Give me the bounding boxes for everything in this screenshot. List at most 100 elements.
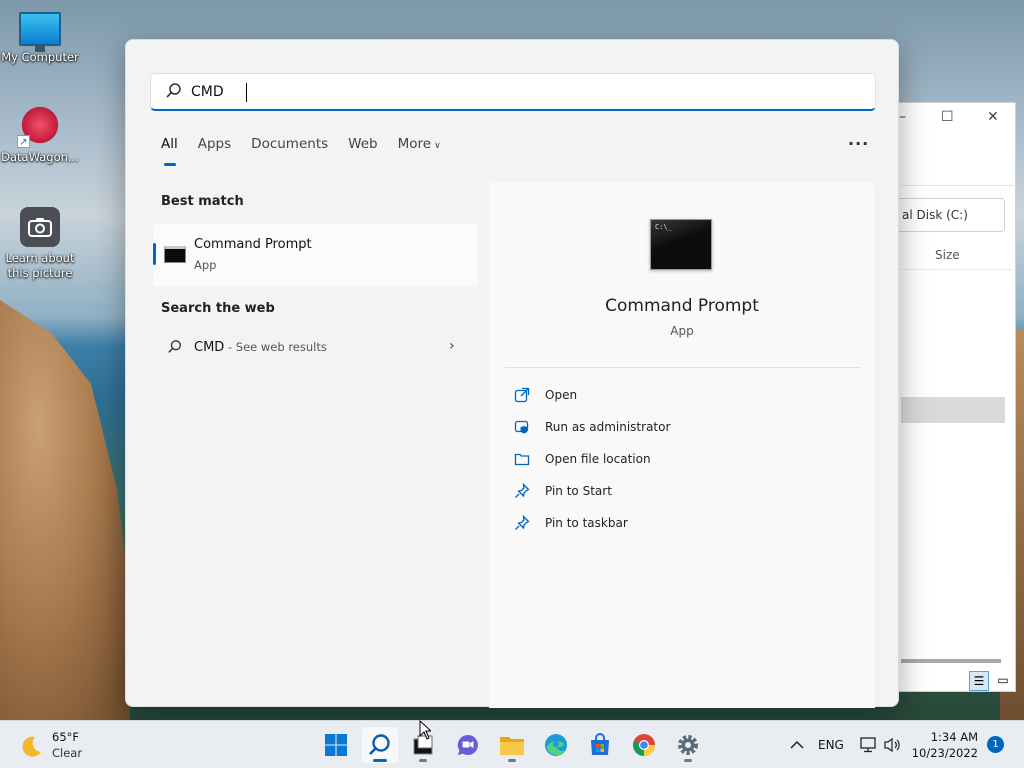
action-label: Pin to Start — [545, 484, 612, 498]
datawagon-icon: ↗ — [17, 104, 61, 148]
admin-icon — [514, 420, 529, 434]
web-result-text: CMD - See web results — [194, 340, 327, 355]
action-label: Open file location — [545, 452, 651, 466]
wallpaper-rock-left — [0, 300, 130, 720]
taskbar-chat-button[interactable] — [450, 727, 486, 763]
desktop-icon-datawagon[interactable]: ↗ DataWagon... — [0, 104, 80, 165]
weather-condition: Clear — [52, 746, 83, 760]
search-tabs: All Apps Documents Web More ∨ — [161, 136, 461, 166]
desktop-icon-label: DataWagon... — [1, 150, 79, 164]
shortcut-arrow-icon: ↗ — [17, 135, 30, 148]
best-match-type: App — [194, 258, 217, 272]
best-match-name: Command Prompt — [194, 237, 312, 252]
file-explorer-window[interactable]: – ☐ ✕ al Disk (C:) Size ☰ ▭ — [880, 102, 1016, 692]
language-label: ENG — [818, 738, 844, 752]
taskbar: 65°F Clear ENG 1:34 AM 10/23/2022 1 — [0, 720, 1024, 768]
close-icon[interactable]: ✕ — [987, 109, 999, 125]
running-indicator — [684, 759, 692, 762]
tab-apps[interactable]: Apps — [198, 136, 231, 166]
running-indicator — [419, 759, 427, 762]
taskbar-store-button[interactable] — [582, 727, 618, 763]
clock-time: 1:34 AM — [930, 730, 978, 744]
search-input[interactable] — [191, 80, 851, 104]
chat-icon — [457, 734, 478, 755]
cmd-icon — [164, 246, 186, 263]
cmd-large-icon: C:\_ — [650, 219, 712, 270]
web-result-hint: - See web results — [224, 340, 327, 354]
taskbar-settings-button[interactable] — [670, 727, 706, 763]
pin-icon — [515, 483, 530, 498]
network-icon — [860, 737, 876, 753]
windows-logo-icon — [325, 734, 347, 756]
system-clock[interactable]: 1:34 AM 10/23/2022 — [908, 729, 978, 761]
taskbar-edge-button[interactable] — [538, 727, 574, 763]
best-match-item[interactable]: Command Prompt App — [153, 224, 478, 286]
address-bar[interactable]: al Disk (C:) — [891, 198, 1005, 232]
weather-temperature: 65°F — [52, 730, 79, 744]
desktop-icon-my-computer[interactable]: My Computer — [0, 12, 80, 65]
search-icon — [166, 83, 181, 98]
action-pin-to-taskbar[interactable]: Pin to taskbar — [514, 513, 844, 537]
action-run-as-admin[interactable]: Run as administrator — [514, 417, 844, 441]
search-web-heading: Search the web — [161, 301, 275, 316]
folder-icon — [500, 737, 524, 755]
chevron-right-icon[interactable]: › — [449, 338, 455, 354]
text-caret — [246, 83, 247, 102]
desktop-icon-learn-picture[interactable]: Learn about this picture — [0, 207, 80, 281]
details-view-icon[interactable]: ☰ — [969, 671, 989, 691]
store-icon — [591, 733, 609, 755]
preview-pane: C:\_ Command Prompt App Open Run as admi… — [489, 182, 875, 708]
taskbar-search-button[interactable] — [362, 727, 398, 763]
action-label: Pin to taskbar — [545, 516, 628, 530]
desktop-icon-label: My Computer — [1, 50, 79, 64]
volume-control[interactable] — [884, 721, 902, 768]
chrome-icon — [633, 734, 655, 756]
tiles-view-icon[interactable]: ▭ — [993, 671, 1013, 691]
tab-documents[interactable]: Documents — [251, 136, 328, 166]
gear-icon — [678, 735, 698, 755]
minimize-icon[interactable]: – — [899, 109, 906, 125]
best-match-heading: Best match — [161, 194, 244, 209]
action-open-file-location[interactable]: Open file location — [514, 449, 844, 473]
search-icon — [369, 734, 390, 755]
selection-accent — [153, 243, 156, 265]
horizontal-scrollbar[interactable] — [901, 659, 1001, 663]
search-panel: All Apps Documents Web More∨ ··· Best ma… — [125, 39, 899, 708]
tray-overflow[interactable] — [790, 721, 804, 768]
taskbar-file-explorer-button[interactable] — [494, 727, 530, 763]
notification-badge[interactable]: 1 — [987, 736, 1004, 753]
selected-row[interactable] — [901, 397, 1005, 423]
pin-icon — [515, 515, 530, 530]
preview-app-type: App — [670, 324, 694, 338]
web-result-query: CMD — [194, 340, 225, 355]
start-button[interactable] — [318, 727, 354, 763]
tab-all[interactable]: All — [161, 136, 178, 166]
camera-icon — [20, 207, 60, 247]
mouse-cursor-icon — [419, 720, 431, 740]
running-indicator — [508, 759, 516, 762]
more-options-icon[interactable]: ··· — [848, 134, 869, 153]
search-box[interactable] — [150, 73, 876, 111]
tab-more[interactable]: More ∨ — [398, 136, 441, 166]
web-result-item[interactable]: CMD - See web results › — [153, 336, 478, 362]
network-status[interactable] — [860, 721, 878, 768]
clock-date: 10/23/2022 — [911, 746, 978, 760]
speaker-icon — [884, 737, 900, 753]
language-indicator[interactable]: ENG — [818, 721, 844, 768]
action-label: Open — [545, 388, 578, 402]
tab-web[interactable]: Web — [348, 136, 377, 166]
moon-icon — [22, 736, 41, 757]
maximize-icon[interactable]: ☐ — [941, 109, 954, 125]
edge-icon — [545, 734, 567, 756]
chevron-down-icon: ∨ — [434, 141, 441, 151]
search-icon — [168, 340, 181, 353]
taskbar-chrome-button[interactable] — [626, 727, 662, 763]
action-label: Run as administrator — [545, 420, 671, 434]
folder-icon — [514, 453, 530, 466]
action-pin-to-start[interactable]: Pin to Start — [514, 481, 844, 505]
desktop-icon-label: Learn about this picture — [5, 251, 75, 280]
column-header-size[interactable]: Size — [935, 248, 960, 262]
active-indicator — [373, 759, 387, 762]
action-open[interactable]: Open — [514, 385, 844, 409]
monitor-icon — [19, 12, 61, 52]
